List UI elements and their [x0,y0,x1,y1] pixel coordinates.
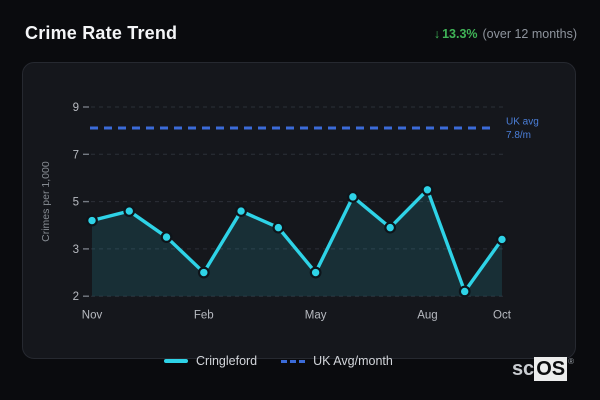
page-title: Crime Rate Trend [25,23,177,44]
logo-text-sc: sc [512,357,534,381]
registered-mark-icon: ® [568,357,574,366]
legend-item-uk-avg[interactable]: UK Avg/month [281,354,393,368]
down-arrow-icon: ↓ [434,27,440,41]
legend-item-cringleford[interactable]: Cringleford [164,354,257,368]
trend-value: 13.3% [442,27,477,41]
solid-line-swatch-icon [164,359,188,363]
logo-text-os: OS [534,357,567,381]
trend-delta: ↓13.3% [434,27,478,41]
crime-trend-page: Crime Rate Trend ↓13.3% (over 12 months)… [0,0,600,400]
trend-period: (over 12 months) [483,27,577,41]
chart-legend: Cringleford UK Avg/month [164,354,393,368]
trend-indicator: ↓13.3% (over 12 months) [434,27,577,41]
legend-label-cringleford: Cringleford [196,354,257,368]
chart-card [22,62,576,359]
legend-label-uk-avg: UK Avg/month [313,354,393,368]
dashed-line-swatch-icon [281,360,305,363]
scos-logo: scOS® [512,357,574,381]
